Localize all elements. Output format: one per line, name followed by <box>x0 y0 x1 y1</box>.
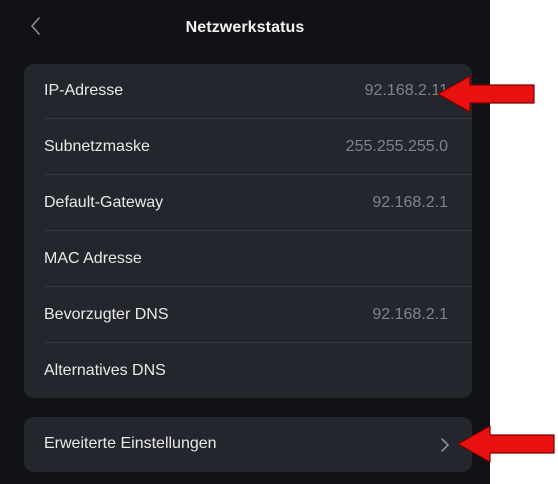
preferred-dns-label: Bevorzugter DNS <box>44 306 169 323</box>
preferred-dns-value: 92.168.2.1 <box>372 306 448 323</box>
default-gateway-label: Default-Gateway <box>44 194 164 211</box>
divider <box>44 230 472 231</box>
advanced-settings-label: Erweiterte Einstellungen <box>44 435 217 452</box>
alternative-dns-label: Alternatives DNS <box>44 362 166 379</box>
subnet-mask-value: 255.255.255.0 <box>345 138 448 155</box>
subnet-mask-label: Subnetzmaske <box>44 138 150 155</box>
network-info-card: IP-Adresse 92.168.2.11 Subnetzmaske 255.… <box>24 64 472 398</box>
header: Netzwerkstatus <box>0 0 490 64</box>
row-mac-address: MAC Adresse <box>24 232 472 287</box>
mac-address-label: MAC Adresse <box>44 250 142 267</box>
annotation-arrow-icon <box>437 75 535 113</box>
row-preferred-dns: Bevorzugter DNS 92.168.2.1 <box>24 288 472 343</box>
advanced-settings-button[interactable]: Erweiterte Einstellungen <box>24 417 472 472</box>
row-default-gateway: Default-Gateway 92.168.2.1 <box>24 176 472 231</box>
annotation-arrow-icon <box>457 425 555 463</box>
divider <box>44 342 472 343</box>
row-ip-address: IP-Adresse 92.168.2.11 <box>24 64 472 119</box>
network-status-screen: Netzwerkstatus IP-Adresse 92.168.2.11 Su… <box>0 0 490 484</box>
ip-address-label: IP-Adresse <box>44 82 124 99</box>
chevron-right-icon <box>441 438 449 452</box>
divider <box>44 286 472 287</box>
divider <box>44 174 472 175</box>
page-title: Netzwerkstatus <box>185 19 305 36</box>
default-gateway-value: 92.168.2.1 <box>372 194 448 211</box>
row-alternative-dns: Alternatives DNS <box>24 344 472 399</box>
row-subnet-mask: Subnetzmaske 255.255.255.0 <box>24 120 472 175</box>
divider <box>44 118 472 119</box>
